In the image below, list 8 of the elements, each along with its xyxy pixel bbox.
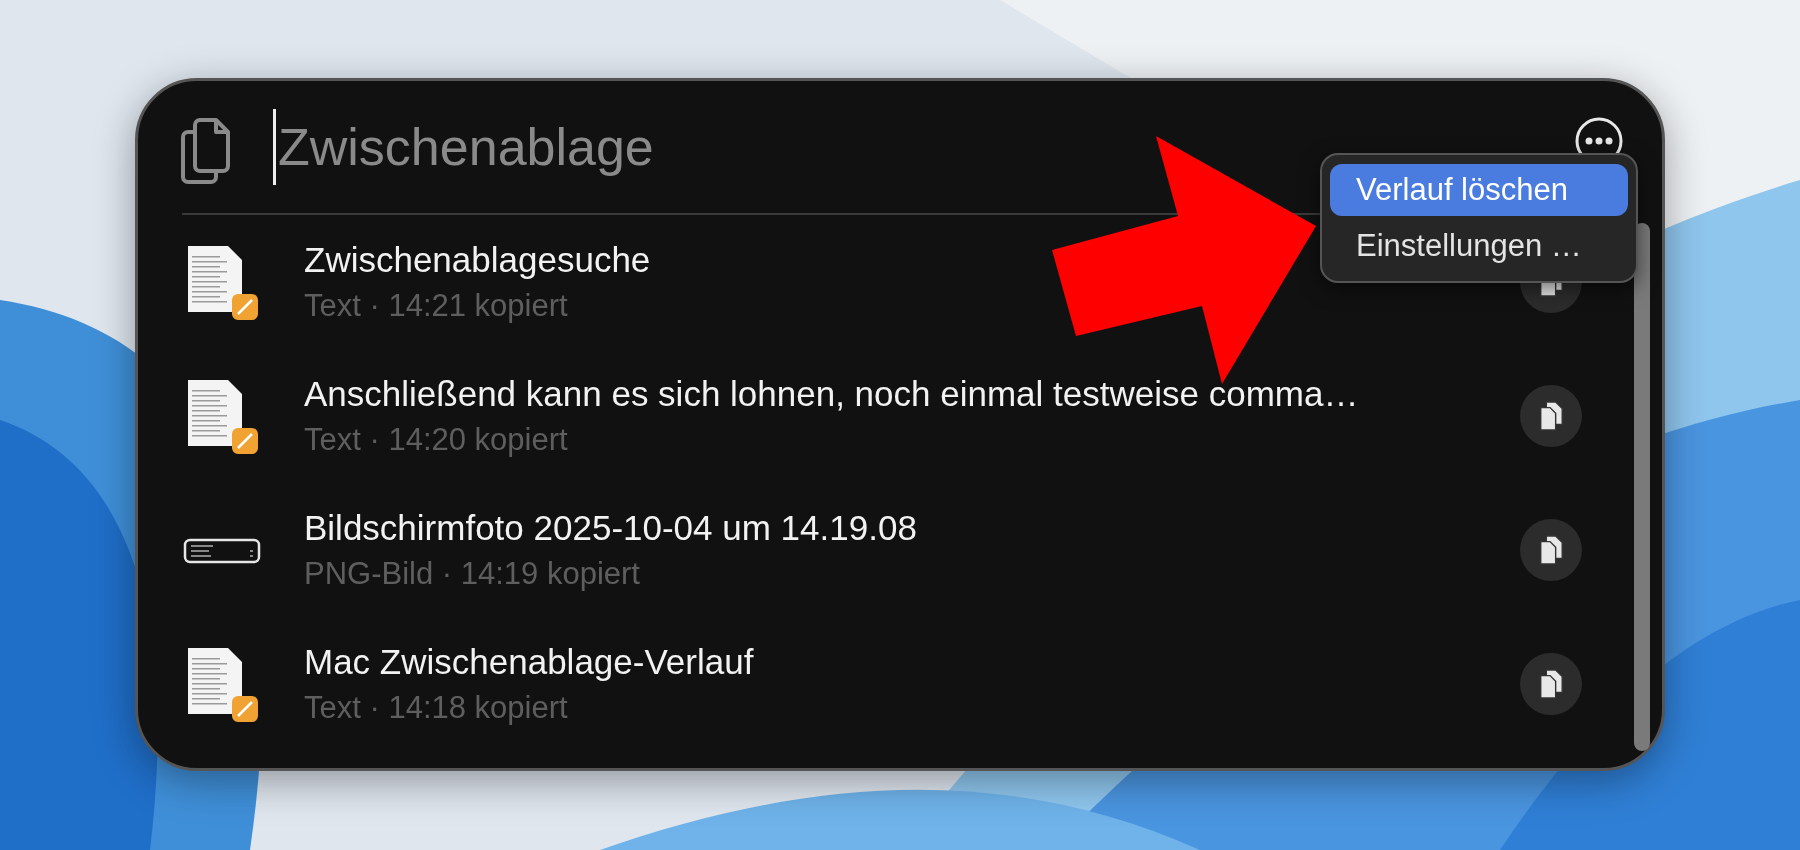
item-title: Anschließend kann es sich lohnen, noch einmal testweise comma… (304, 374, 1359, 414)
item-info: Text · 14:18 kopiert (304, 690, 568, 726)
item-info: Text · 14:21 kopiert (304, 288, 568, 324)
item-info: Text · 14:20 kopiert (304, 422, 568, 458)
item-title: Bildschirmfoto 2025-10-04 um 14.19.08 (304, 508, 917, 548)
item-title: Zwischenablagesuche (304, 240, 651, 280)
item-title: Mac Zwischenablage-Verlauf (304, 642, 754, 682)
item-info: PNG-Bild · 14:19 kopiert (304, 556, 640, 592)
